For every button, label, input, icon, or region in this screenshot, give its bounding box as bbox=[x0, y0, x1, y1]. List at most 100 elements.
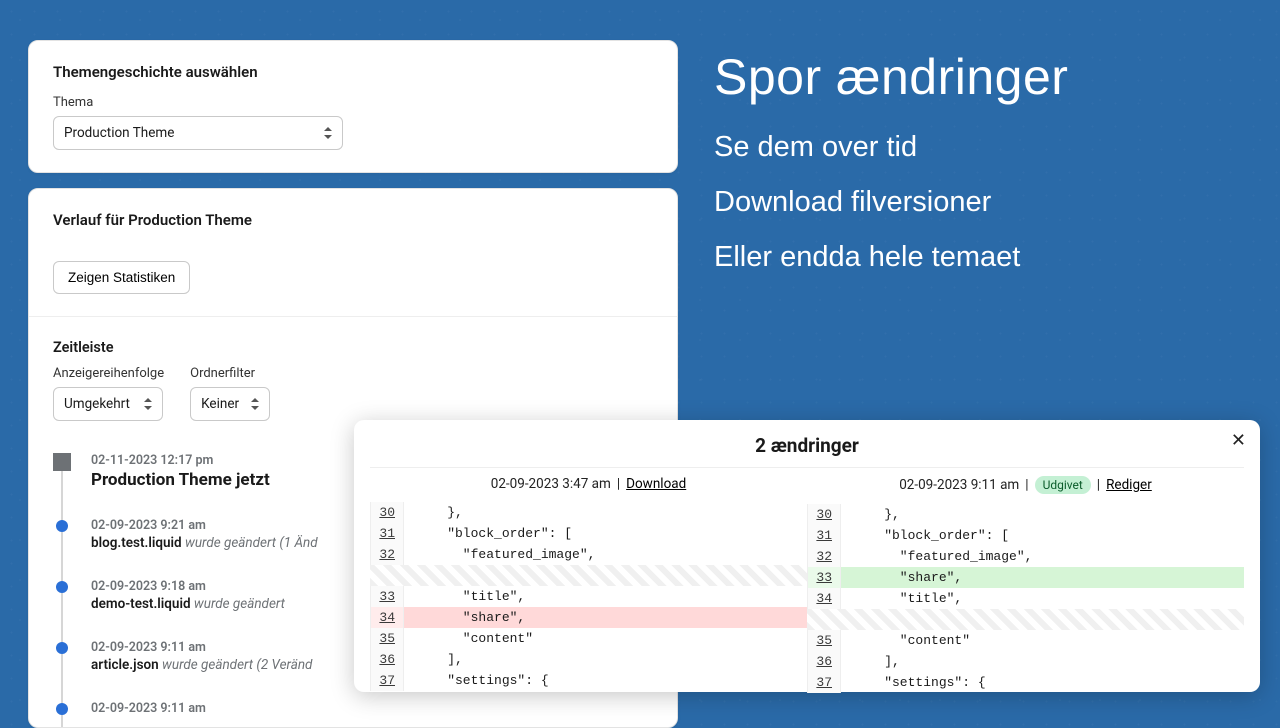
line-number: 37 bbox=[807, 672, 841, 693]
diff-placeholder-row bbox=[370, 565, 807, 586]
filter-select[interactable]: Keiner bbox=[190, 387, 270, 421]
timeline-change-line: demo-test.liquid wurde geändert bbox=[91, 596, 285, 612]
history-title: Verlauf für Production Theme bbox=[53, 211, 653, 229]
promo-line: Download filversioner bbox=[714, 175, 1068, 230]
line-number: 31 bbox=[807, 525, 841, 546]
line-number: 32 bbox=[370, 544, 404, 565]
line-number: 34 bbox=[370, 607, 404, 628]
line-text: "featured_image", bbox=[841, 546, 1244, 567]
diff-left: 02-09-2023 3:47 am | Download 30 },31 "b… bbox=[370, 468, 807, 693]
published-badge: Udgivet bbox=[1035, 476, 1091, 494]
line-text: }, bbox=[404, 502, 807, 523]
timeline-change-text: wurde geändert (2 Veränd bbox=[159, 657, 313, 673]
timeline-timestamp: 02-09-2023 9:21 am bbox=[91, 518, 318, 533]
line-number: 30 bbox=[807, 504, 841, 525]
line-text: "block_order": [ bbox=[404, 523, 807, 544]
timeline-change-line: blog.test.liquid wurde geändert (1 Änd bbox=[91, 535, 318, 551]
timeline-filename: demo-test.liquid bbox=[91, 596, 191, 612]
timeline-dot-icon bbox=[56, 581, 68, 593]
line-number: 33 bbox=[370, 586, 404, 607]
promo-line: Se dem over tid bbox=[714, 120, 1068, 175]
download-link[interactable]: Download bbox=[626, 476, 686, 492]
timeline-filename: blog.test.liquid bbox=[91, 535, 182, 551]
diff-code-line: 35 "content" bbox=[370, 628, 807, 649]
diff-code-line: 33 "title", bbox=[370, 586, 807, 607]
show-stats-button[interactable]: Zeigen Statistiken bbox=[53, 261, 190, 294]
line-number: 37 bbox=[370, 670, 404, 691]
diff-right-timestamp: 02-09-2023 9:11 am bbox=[899, 477, 1019, 493]
timeline-change-line: article.json wurde geändert (2 Veränd bbox=[91, 657, 312, 673]
diff-title: 2 ændringer bbox=[370, 434, 1244, 457]
line-text: "settings": { bbox=[841, 672, 1244, 693]
line-text: "featured_image", bbox=[404, 544, 807, 565]
diff-code-line: 37 "settings": { bbox=[807, 672, 1244, 693]
timeline-dot-icon bbox=[56, 520, 68, 532]
diff-modal: ✕ 2 ændringer 02-09-2023 3:47 am | Downl… bbox=[354, 420, 1260, 692]
line-number: 33 bbox=[807, 567, 841, 588]
diff-code-line: 30 }, bbox=[370, 502, 807, 523]
line-number: 35 bbox=[370, 628, 404, 649]
diff-code-line: 30 }, bbox=[807, 504, 1244, 525]
theme-select-value: Production Theme bbox=[64, 125, 174, 141]
line-number: 36 bbox=[370, 649, 404, 670]
close-icon[interactable]: ✕ bbox=[1231, 430, 1246, 451]
select-arrows-icon bbox=[324, 127, 332, 139]
line-text: "title", bbox=[841, 588, 1244, 609]
line-text: "content" bbox=[404, 628, 807, 649]
timeline-item[interactable]: 02-09-2023 9:11 am bbox=[53, 691, 653, 728]
order-select-value: Umgekehrt bbox=[64, 396, 130, 412]
line-text: "content" bbox=[841, 630, 1244, 651]
line-text: "block_order": [ bbox=[841, 525, 1244, 546]
diff-code-line: 36 ], bbox=[807, 651, 1244, 672]
theme-select[interactable]: Production Theme bbox=[53, 116, 343, 150]
diff-placeholder-row bbox=[807, 609, 1244, 630]
divider bbox=[29, 316, 677, 317]
diff-left-timestamp: 02-09-2023 3:47 am bbox=[491, 476, 611, 492]
diff-code-line: 32 "featured_image", bbox=[807, 546, 1244, 567]
diff-code-line: 35 "content" bbox=[807, 630, 1244, 651]
order-select[interactable]: Umgekehrt bbox=[53, 387, 163, 421]
timeline-filename: article.json bbox=[91, 657, 159, 673]
promo-line: Eller endda hele temaet bbox=[714, 230, 1068, 285]
diff-code-line: 34 "title", bbox=[807, 588, 1244, 609]
line-number: 31 bbox=[370, 523, 404, 544]
theme-picker-panel: Themengeschichte auswählen Thema Product… bbox=[28, 40, 678, 173]
theme-picker-title: Themengeschichte auswählen bbox=[53, 63, 653, 81]
line-text: "settings": { bbox=[404, 670, 807, 691]
diff-code-line: 34 "share", bbox=[370, 607, 807, 628]
timeline-dot-icon bbox=[56, 642, 68, 654]
promo-copy: Spor ændringer Se dem over tid Download … bbox=[714, 48, 1068, 285]
filter-label: Ordnerfilter bbox=[190, 366, 270, 381]
line-number: 30 bbox=[370, 502, 404, 523]
diff-code-line: 31 "block_order": [ bbox=[807, 525, 1244, 546]
snapshot-icon bbox=[53, 453, 71, 471]
promo-title: Spor ændringer bbox=[714, 48, 1068, 106]
line-number: 36 bbox=[807, 651, 841, 672]
line-text: ], bbox=[841, 651, 1244, 672]
diff-code-line: 36 ], bbox=[370, 649, 807, 670]
line-text: ], bbox=[404, 649, 807, 670]
line-number: 32 bbox=[807, 546, 841, 567]
timeline-timestamp: 02-09-2023 9:18 am bbox=[91, 579, 285, 594]
diff-right: 02-09-2023 9:11 am | Udgivet | Rediger 3… bbox=[807, 468, 1244, 693]
diff-code-line: 37 "settings": { bbox=[370, 670, 807, 691]
line-text: "title", bbox=[404, 586, 807, 607]
timeline-change-text: wurde geändert bbox=[191, 596, 285, 612]
timeline-timestamp: 02-11-2023 12:17 pm bbox=[91, 453, 270, 468]
select-arrows-icon bbox=[251, 398, 259, 410]
timeline-heading: Zeitleiste bbox=[53, 339, 653, 356]
timeline-headline: Production Theme jetzt bbox=[91, 470, 270, 490]
diff-code-line: 33 "share", bbox=[807, 567, 1244, 588]
edit-link[interactable]: Rediger bbox=[1106, 477, 1152, 493]
filter-select-value: Keiner bbox=[201, 396, 239, 412]
line-number: 34 bbox=[807, 588, 841, 609]
timeline-timestamp: 02-09-2023 9:11 am bbox=[91, 701, 206, 716]
timeline-change-text: wurde geändert (1 Änd bbox=[182, 535, 318, 551]
select-arrows-icon bbox=[144, 398, 152, 410]
theme-select-label: Thema bbox=[53, 95, 653, 110]
line-text: "share", bbox=[404, 607, 807, 628]
order-label: Anzeigereihenfolge bbox=[53, 366, 164, 381]
diff-code-line: 32 "featured_image", bbox=[370, 544, 807, 565]
diff-code-line: 31 "block_order": [ bbox=[370, 523, 807, 544]
line-number: 35 bbox=[807, 630, 841, 651]
